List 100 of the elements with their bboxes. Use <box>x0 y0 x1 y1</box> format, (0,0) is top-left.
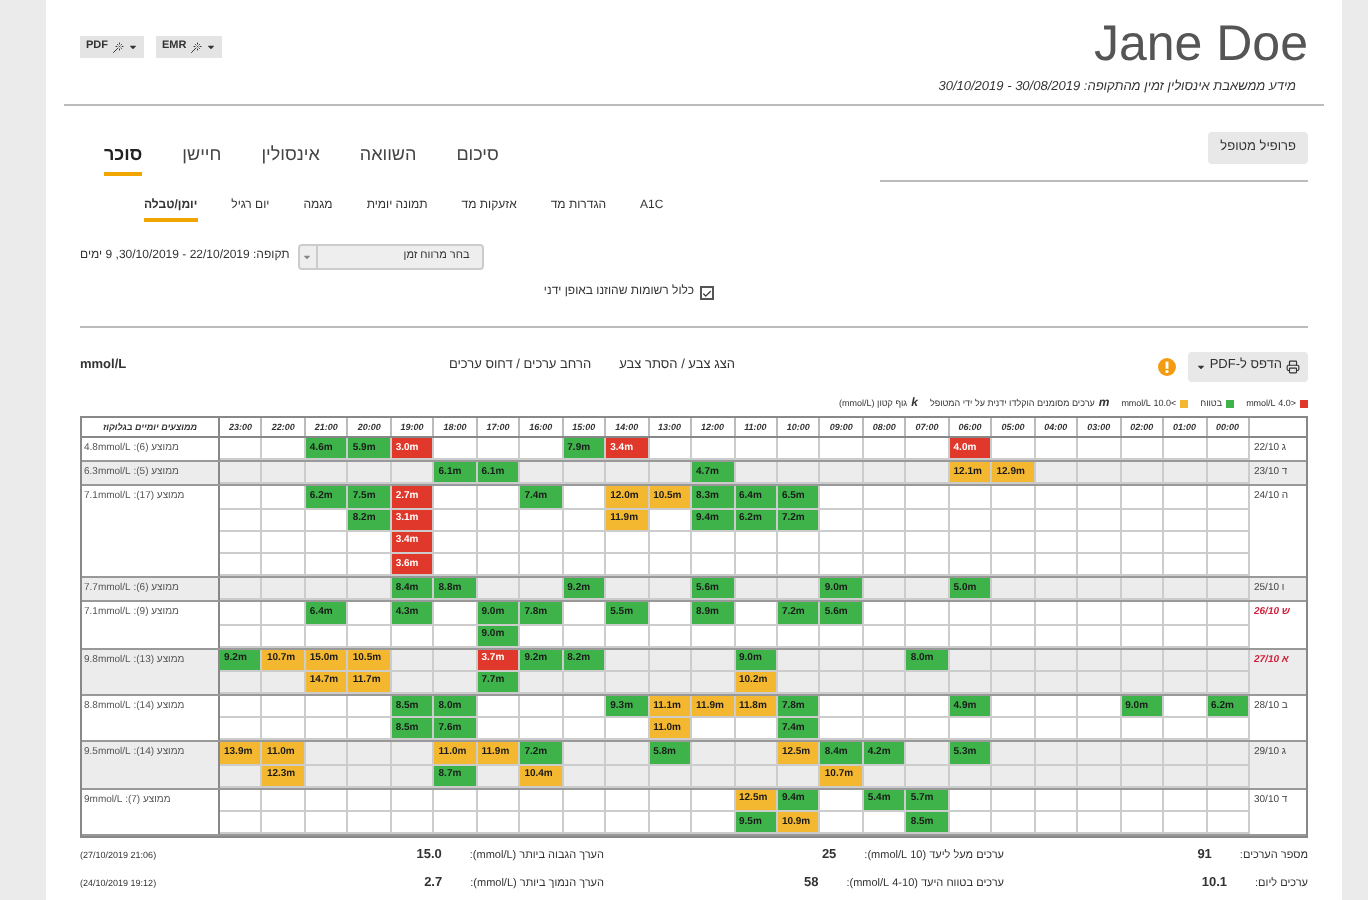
empty-cell <box>949 553 993 577</box>
empty-cell <box>220 625 263 648</box>
empty-cell <box>1035 649 1079 672</box>
empty-cell <box>220 789 263 812</box>
empty-cell <box>820 531 864 554</box>
empty-cell <box>992 486 1036 510</box>
empty-cell <box>1035 696 1079 719</box>
empty-cell <box>735 765 778 788</box>
tab[interactable]: סיכום <box>456 142 499 175</box>
tab[interactable]: השוואה <box>359 142 417 175</box>
empty-cell <box>1035 742 1079 766</box>
empty-cell <box>1078 742 1122 766</box>
empty-cell <box>220 486 263 510</box>
empty-cell <box>563 671 607 695</box>
empty-cell <box>563 812 607 835</box>
empty-cell <box>1207 742 1250 766</box>
empty-cell <box>692 553 735 577</box>
empty-cell <box>1121 486 1165 510</box>
empty-cell <box>949 486 993 510</box>
tab[interactable]: חיישן <box>182 142 222 175</box>
empty-cell <box>520 509 564 532</box>
empty-cell <box>949 531 993 554</box>
empty-cell <box>820 649 864 672</box>
empty-cell <box>949 718 993 741</box>
empty-cell <box>520 531 564 554</box>
empty-cell <box>1164 671 1208 695</box>
empty-cell <box>992 649 1036 672</box>
empty-cell <box>1078 671 1122 695</box>
empty-cell <box>220 718 263 741</box>
empty-cell <box>1078 602 1122 625</box>
empty-cell <box>649 625 693 648</box>
empty-cell <box>1164 602 1208 625</box>
empty-cell <box>649 531 693 554</box>
empty-cell <box>1207 812 1250 835</box>
empty-cell <box>305 625 349 648</box>
empty-cell <box>563 531 607 554</box>
empty-cell <box>1164 789 1208 812</box>
empty-cell <box>262 509 306 532</box>
empty-cell <box>1164 718 1208 741</box>
empty-cell <box>520 789 564 812</box>
empty-cell <box>949 509 993 532</box>
empty-cell <box>1121 789 1165 812</box>
empty-cell <box>649 671 693 695</box>
empty-cell <box>305 718 349 741</box>
warning-icon <box>1157 357 1176 375</box>
empty-cell <box>563 789 607 812</box>
empty-cell <box>820 553 864 577</box>
empty-cell <box>391 812 435 835</box>
empty-cell <box>992 765 1036 788</box>
empty-cell <box>1207 765 1250 788</box>
empty-cell <box>305 812 349 835</box>
empty-cell <box>992 625 1036 648</box>
empty-cell <box>1121 718 1165 741</box>
empty-cell <box>777 625 821 648</box>
patient-name: Jane Doe <box>1093 16 1308 72</box>
empty-cell <box>1078 718 1122 741</box>
empty-cell <box>692 531 735 554</box>
empty-cell <box>1078 649 1122 672</box>
empty-cell <box>1035 531 1079 554</box>
empty-cell <box>863 696 907 719</box>
empty-cell <box>1164 812 1208 835</box>
empty-cell <box>863 553 907 577</box>
empty-cell <box>906 553 950 577</box>
empty-cell <box>1035 671 1079 695</box>
empty-cell <box>1035 789 1079 812</box>
empty-cell <box>606 625 650 648</box>
empty-cell <box>906 671 950 695</box>
empty-cell <box>1164 625 1208 648</box>
empty-cell <box>606 789 650 812</box>
empty-cell <box>1164 509 1208 532</box>
empty-cell <box>563 553 607 577</box>
empty-cell <box>434 789 478 812</box>
empty-cell <box>1121 602 1165 625</box>
empty-cell <box>348 742 392 766</box>
empty-cell <box>1207 553 1250 577</box>
empty-cell <box>992 671 1036 695</box>
empty-cell <box>1078 625 1122 648</box>
empty-cell <box>1078 486 1122 510</box>
empty-cell <box>863 671 907 695</box>
empty-cell <box>949 765 993 788</box>
empty-cell <box>1121 509 1165 532</box>
checkbox[interactable] <box>700 286 714 300</box>
empty-cell <box>863 625 907 648</box>
printer-icon <box>1286 359 1300 373</box>
empty-cell <box>735 531 778 554</box>
empty-cell <box>305 531 349 554</box>
empty-cell <box>1164 531 1208 554</box>
empty-cell <box>563 625 607 648</box>
empty-cell <box>391 789 435 812</box>
empty-cell <box>777 553 821 577</box>
empty-cell <box>1207 789 1250 812</box>
empty-cell <box>220 602 263 625</box>
tab[interactable]: אינסולין <box>261 142 320 175</box>
empty-cell <box>1078 789 1122 812</box>
tab[interactable]: סוכר <box>104 142 143 175</box>
empty-cell <box>262 789 306 812</box>
empty-cell <box>262 553 306 577</box>
empty-cell <box>1207 671 1250 695</box>
empty-cell <box>220 509 263 532</box>
empty-cell <box>1078 553 1122 577</box>
